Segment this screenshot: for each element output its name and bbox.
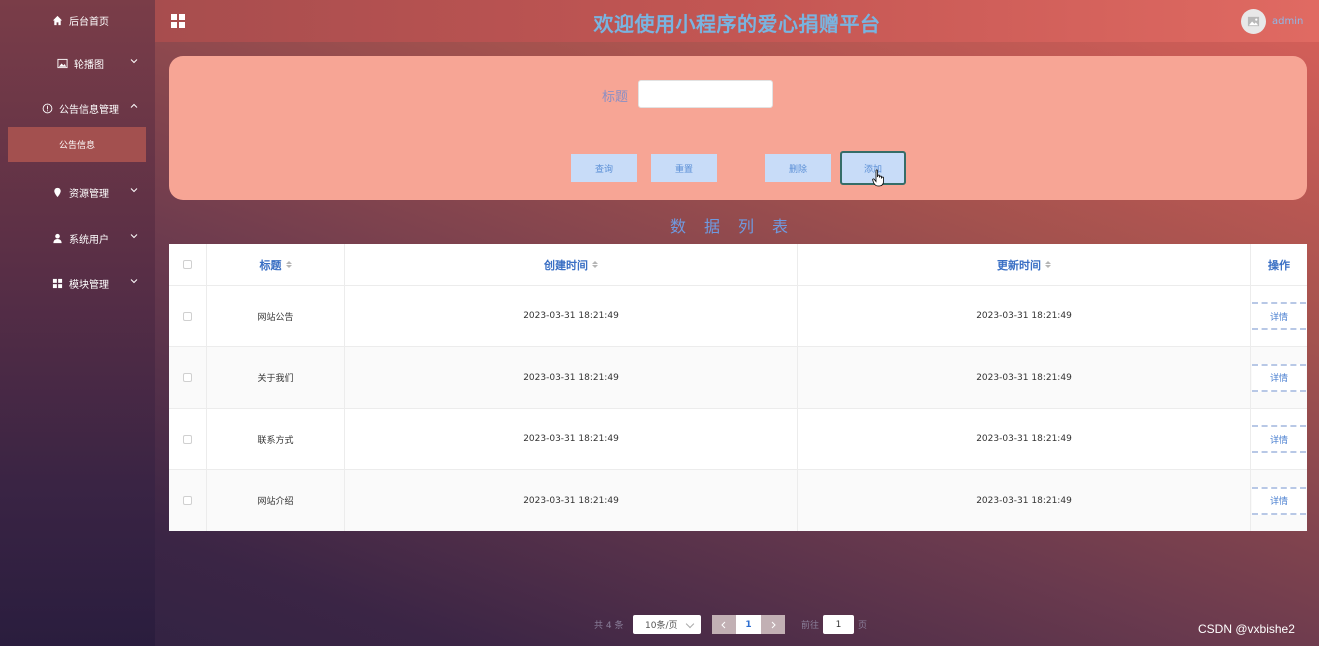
sidebar-item-label: 后台首页 xyxy=(69,16,109,28)
query-button[interactable]: 查询 xyxy=(571,154,637,182)
select-all-checkbox[interactable] xyxy=(183,260,192,269)
sidebar-item-carousel[interactable]: 轮播图 xyxy=(0,52,155,74)
user-icon xyxy=(51,232,63,244)
sidebar-item-label: 模块管理 xyxy=(69,279,109,291)
cell-title: 网站公告 xyxy=(207,286,345,346)
detail-button[interactable]: 详情 xyxy=(1252,363,1306,392)
page-size-select[interactable]: 10条/页 xyxy=(633,615,701,634)
table-row: 关于我们 2023-03-31 18:21:49 2023-03-31 18:2… xyxy=(169,347,1307,409)
cell-title: 联系方式 xyxy=(207,409,345,469)
cell-created: 2023-03-31 18:21:49 xyxy=(345,409,798,469)
cell-title: 网站介绍 xyxy=(207,470,345,531)
cell-created: 2023-03-31 18:21:49 xyxy=(345,286,798,346)
sort-icon xyxy=(285,261,292,268)
cell-title: 关于我们 xyxy=(207,347,345,408)
chevron-left-icon xyxy=(721,621,726,628)
sidebar-item-notice-management[interactable]: 公告信息管理 xyxy=(0,97,155,119)
cell-created: 2023-03-31 18:21:49 xyxy=(345,470,798,531)
cell-updated: 2023-03-31 18:21:49 xyxy=(798,286,1251,346)
current-page[interactable]: 1 xyxy=(736,615,761,634)
top-bar: 欢迎使用小程序的爱心捐赠平台 admin xyxy=(155,0,1319,42)
column-header-action: 操作 xyxy=(1268,258,1290,272)
sidebar-item-label: 轮播图 xyxy=(74,59,104,71)
sidebar-item-label: 公告信息管理 xyxy=(59,104,119,116)
header-checkbox-cell xyxy=(169,244,207,285)
location-icon xyxy=(51,186,63,198)
watermark: CSDN @vxbishe2 xyxy=(1198,622,1295,636)
detail-button[interactable]: 详情 xyxy=(1252,486,1306,515)
user-name[interactable]: admin xyxy=(1272,16,1303,27)
chevron-down-icon xyxy=(685,619,695,629)
reset-button[interactable]: 重置 xyxy=(651,154,717,182)
table-row: 联系方式 2023-03-31 18:21:49 2023-03-31 18:2… xyxy=(169,409,1307,470)
delete-button[interactable]: 删除 xyxy=(765,154,831,182)
sort-icon xyxy=(592,261,598,268)
row-checkbox[interactable] xyxy=(183,434,192,444)
sort-icon xyxy=(1045,261,1051,268)
search-panel: 标题 查询 重置 删除 添加 xyxy=(169,56,1307,200)
column-header-title[interactable]: 标题 xyxy=(207,244,345,285)
data-table: 标题 创建时间 更新时间 操作 网站公告 2023-03-31 18:21:49… xyxy=(169,244,1307,531)
table-header-row: 标题 创建时间 更新时间 操作 xyxy=(169,244,1307,286)
column-header-created[interactable]: 创建时间 xyxy=(345,244,798,285)
row-checkbox[interactable] xyxy=(183,311,192,321)
row-checkbox[interactable] xyxy=(183,373,192,382)
chevron-right-icon xyxy=(771,621,776,628)
table-row: 网站公告 2023-03-31 18:21:49 2023-03-31 18:2… xyxy=(169,286,1307,347)
cell-updated: 2023-03-31 18:21:49 xyxy=(798,347,1251,408)
page-suffix: 页 xyxy=(858,620,868,631)
sidebar: 后台首页 轮播图 公告信息管理 公告信息 资源管理 系统用户 模块管理 xyxy=(0,0,155,646)
cell-created: 2023-03-31 18:21:49 xyxy=(345,347,798,408)
sidebar-subitem-notice[interactable]: 公告信息 xyxy=(8,127,146,162)
list-title: 数据列表 xyxy=(669,217,806,236)
sidebar-subitem-label: 公告信息 xyxy=(58,141,95,151)
cell-updated: 2023-03-31 18:21:49 xyxy=(798,470,1251,531)
avatar[interactable] xyxy=(1241,9,1266,34)
chevron-down-icon xyxy=(130,234,138,239)
sidebar-item-home[interactable]: 后台首页 xyxy=(0,9,155,31)
sidebar-item-system-users[interactable]: 系统用户 xyxy=(0,227,155,249)
grid-icon xyxy=(51,277,63,289)
chevron-up-icon xyxy=(130,103,138,108)
table-row: 网站介绍 2023-03-31 18:21:49 2023-03-31 18:2… xyxy=(169,470,1307,531)
sidebar-item-modules[interactable]: 模块管理 xyxy=(0,272,155,294)
column-header-updated[interactable]: 更新时间 xyxy=(798,244,1251,285)
info-icon xyxy=(41,102,53,114)
chevron-down-icon xyxy=(130,279,138,284)
title-filter-input[interactable] xyxy=(638,80,773,108)
sidebar-item-label: 系统用户 xyxy=(69,234,109,246)
row-checkbox[interactable] xyxy=(183,496,192,505)
prev-page-button[interactable] xyxy=(712,615,736,634)
chevron-down-icon xyxy=(130,59,138,64)
sidebar-item-label: 资源管理 xyxy=(69,188,109,200)
goto-page-input[interactable]: 1 xyxy=(823,615,854,634)
detail-button[interactable]: 详情 xyxy=(1252,302,1306,330)
sidebar-item-resources[interactable]: 资源管理 xyxy=(0,181,155,203)
next-page-button[interactable] xyxy=(761,615,785,634)
page-title: 欢迎使用小程序的爱心捐赠平台 xyxy=(593,12,881,36)
chevron-down-icon xyxy=(130,188,138,193)
hand-cursor-icon xyxy=(872,169,884,187)
image-icon xyxy=(56,57,68,69)
home-icon xyxy=(51,14,63,26)
cell-updated: 2023-03-31 18:21:49 xyxy=(798,409,1251,469)
title-filter-label: 标题 xyxy=(602,90,629,105)
avatar-image-icon xyxy=(1247,16,1260,27)
detail-button[interactable]: 详情 xyxy=(1252,425,1306,453)
pagination-total: 共 4 条 xyxy=(594,620,624,631)
goto-label: 前往 xyxy=(801,620,820,631)
